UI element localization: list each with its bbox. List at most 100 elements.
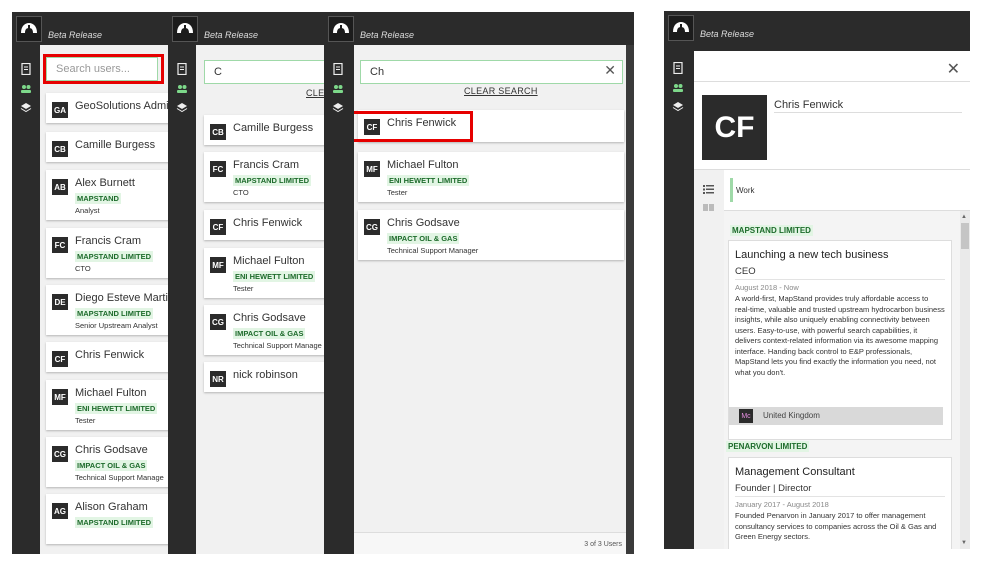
user-name: Chris Fenwick [233, 217, 303, 229]
panel-2: Beta Release C CLEA CB Camille Burgess F… [168, 12, 324, 554]
user-role: Analyst [75, 206, 100, 215]
user-card[interactable]: CF Chris Fenwick [204, 210, 324, 240]
avatar: AB [52, 179, 68, 195]
user-card[interactable]: CG Chris Godsave IMPACT OIL & GAS Techni… [358, 210, 624, 260]
sidebar [664, 44, 692, 549]
user-role: CTO [233, 188, 249, 197]
scrollbar[interactable]: ▲ ▼ [960, 211, 970, 549]
company-badge: MAPSTAND LIMITED [233, 175, 312, 186]
location-text: United Kingdom [763, 411, 820, 420]
user-card[interactable]: DE Diego Esteve Marti MAPSTAND LIMITED S… [46, 285, 168, 335]
avatar: FC [52, 237, 68, 253]
book-icon[interactable] [703, 203, 714, 212]
sidebar [168, 45, 196, 554]
search-input[interactable]: Search users... [46, 57, 158, 81]
avatar: CF [52, 351, 68, 367]
users-icon[interactable] [332, 83, 344, 95]
search-input[interactable]: C [204, 60, 324, 84]
document-icon[interactable] [332, 63, 344, 75]
user-role: CTO [75, 264, 91, 273]
layers-icon[interactable] [672, 101, 684, 113]
user-card[interactable]: MF Michael Fulton ENI HEWETT LIMITED Tes… [46, 380, 168, 430]
user-name: Michael Fulton [387, 159, 459, 171]
document-icon[interactable] [672, 62, 684, 74]
close-icon[interactable]: ✕ [604, 62, 616, 79]
logo-icon[interactable] [328, 16, 354, 42]
avatar: CB [52, 141, 68, 157]
logo-icon[interactable] [16, 16, 42, 42]
user-card[interactable]: AB Alex Burnett MAPSTAND Analyst [46, 170, 168, 220]
scroll-up-icon[interactable]: ▲ [961, 214, 967, 220]
search-input[interactable]: Ch ✕ [360, 60, 623, 84]
users-icon[interactable] [20, 83, 32, 95]
job-description: Founded Penarvon in January 2017 to offe… [735, 511, 937, 541]
layers-icon[interactable] [20, 102, 32, 114]
user-card[interactable]: CF Chris Fenwick [46, 342, 168, 372]
divider [774, 112, 962, 113]
company-header: PENARVON LIMITED [726, 441, 810, 452]
tab-rail [694, 170, 724, 549]
clear-search-link[interactable]: CLEA [306, 88, 324, 98]
user-name: Michael Fulton [75, 387, 147, 399]
user-list-pane: C CLEA CB Camille Burgess FC Francis Cra… [196, 45, 324, 554]
avatar: NR [210, 371, 226, 387]
avatar: CF [364, 119, 380, 135]
layers-icon[interactable] [176, 102, 188, 114]
user-name: Camille Burgess [233, 122, 314, 134]
user-card[interactable]: FC Francis Cram MAPSTAND LIMITED CTO [46, 228, 168, 278]
user-name: Diego Esteve Marti [75, 292, 168, 304]
layers-icon[interactable] [332, 102, 344, 114]
avatar: MF [210, 257, 226, 273]
job-card: Management Consultant Founder | Director… [728, 457, 952, 549]
company-badge: IMPACT OIL & GAS [233, 328, 306, 339]
user-name: Camille Burgess [75, 139, 156, 151]
clear-search-link[interactable]: CLEAR SEARCH [464, 86, 538, 96]
sidebar [324, 45, 352, 554]
list-icon[interactable] [703, 184, 714, 194]
user-card[interactable]: GA GeoSolutions Admi [46, 93, 168, 123]
user-name: Michael Fulton [233, 255, 305, 267]
user-card[interactable]: AG Alison Graham MAPSTAND LIMITED [46, 494, 168, 544]
users-icon[interactable] [176, 83, 188, 95]
avatar: CF [210, 219, 226, 235]
user-name: Chris Fenwick [387, 117, 457, 129]
user-card[interactable]: MF Michael Fulton ENI HEWETT LIMITED Tes… [204, 248, 324, 298]
user-card[interactable]: CG Chris Godsave IMPACT OIL & GAS Techni… [204, 305, 324, 355]
avatar: GA [52, 102, 68, 118]
user-card[interactable]: CB Camille Burgess [204, 115, 324, 145]
user-card[interactable]: NR nick robinson [204, 362, 324, 392]
job-role: CEO [735, 266, 756, 277]
avatar: MF [364, 161, 380, 177]
user-list-pane: Ch ✕ CLEAR SEARCH CF Chris Fenwick MF Mi… [354, 45, 626, 554]
user-card[interactable]: FC Francis Cram MAPSTAND LIMITED CTO [204, 152, 324, 202]
beta-release-label: Beta Release [204, 30, 259, 40]
user-role: Tester [233, 284, 254, 293]
search-placeholder: Search users... [56, 63, 130, 75]
user-card[interactable]: CB Camille Burgess [46, 132, 168, 162]
users-icon[interactable] [672, 82, 684, 94]
avatar: CG [210, 314, 226, 330]
user-name: Francis Cram [233, 159, 300, 171]
logo-icon[interactable] [668, 15, 694, 41]
avatar: MF [52, 389, 68, 405]
logo-icon[interactable] [172, 16, 198, 42]
search-value: C [214, 66, 222, 78]
scrollbar-thumb[interactable] [961, 223, 969, 249]
user-card[interactable]: CG Chris Godsave IMPACT OIL & GAS Techni… [46, 437, 168, 487]
document-icon[interactable] [176, 63, 188, 75]
job-description: A world-first, MapStand provides truly a… [735, 294, 945, 377]
user-role: Tester [75, 416, 96, 425]
user-name: Chris Fenwick [75, 349, 145, 361]
document-icon[interactable] [20, 63, 32, 75]
user-card[interactable]: CF Chris Fenwick [358, 110, 624, 142]
tab-work[interactable]: Work [736, 186, 755, 195]
list-footer: 3 of 3 Users [354, 532, 626, 554]
user-card[interactable]: MF Michael Fulton ENI HEWETT LIMITED Tes… [358, 152, 624, 202]
avatar: FC [210, 161, 226, 177]
scroll-down-icon[interactable]: ▼ [961, 540, 967, 546]
panel-1: Beta Release Search users... GA GeoSolut… [12, 12, 168, 554]
close-icon[interactable]: ✕ [947, 59, 960, 79]
user-role: Technical Support Manage [233, 341, 322, 350]
avatar: CG [52, 446, 68, 462]
avatar: CG [364, 219, 380, 235]
